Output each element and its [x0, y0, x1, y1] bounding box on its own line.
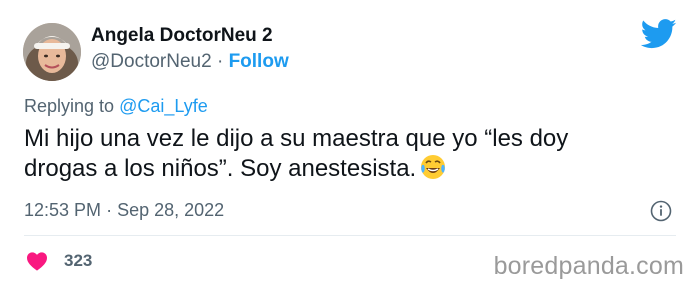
follow-button[interactable]: Follow [229, 51, 289, 72]
author-display-name[interactable]: Angela DoctorNeu 2 [91, 25, 289, 47]
like-row: 323 [26, 251, 92, 271]
tweet-body: Mi hijo una vez le dijo a su maestra que… [24, 125, 569, 182]
meta-separator: · [106, 200, 113, 220]
author-handle[interactable]: @DoctorNeu2 [91, 51, 212, 72]
tweet-text: Mi hijo una vez le dijo a su maestra que… [24, 124, 644, 188]
handle-separator: · [216, 51, 224, 72]
divider [24, 235, 676, 236]
face-with-tears-of-joy-emoji [420, 154, 446, 188]
replying-prefix: Replying to [24, 96, 115, 116]
info-icon[interactable] [650, 200, 672, 222]
tweet-time: 12:53 PM [24, 200, 102, 220]
reply-mention-link[interactable]: @Cai_Lyfe [119, 96, 208, 116]
author-block: Angela DoctorNeu 2 @DoctorNeu2 · Follow [91, 25, 289, 73]
twitter-bird-icon[interactable] [641, 19, 677, 49]
tweet-date: Sep 28, 2022 [117, 200, 225, 220]
like-count[interactable]: 323 [64, 251, 92, 271]
author-handle-row: @DoctorNeu2 · Follow [91, 51, 289, 73]
replying-to: Replying to @Cai_Lyfe [24, 96, 208, 117]
avatar-image [23, 23, 81, 81]
avatar[interactable] [23, 23, 81, 81]
tweet-timestamp[interactable]: 12:53 PM · Sep 28, 2022 [24, 200, 224, 221]
heart-icon[interactable] [26, 251, 48, 271]
watermark-text: boredpanda.com [493, 252, 684, 280]
